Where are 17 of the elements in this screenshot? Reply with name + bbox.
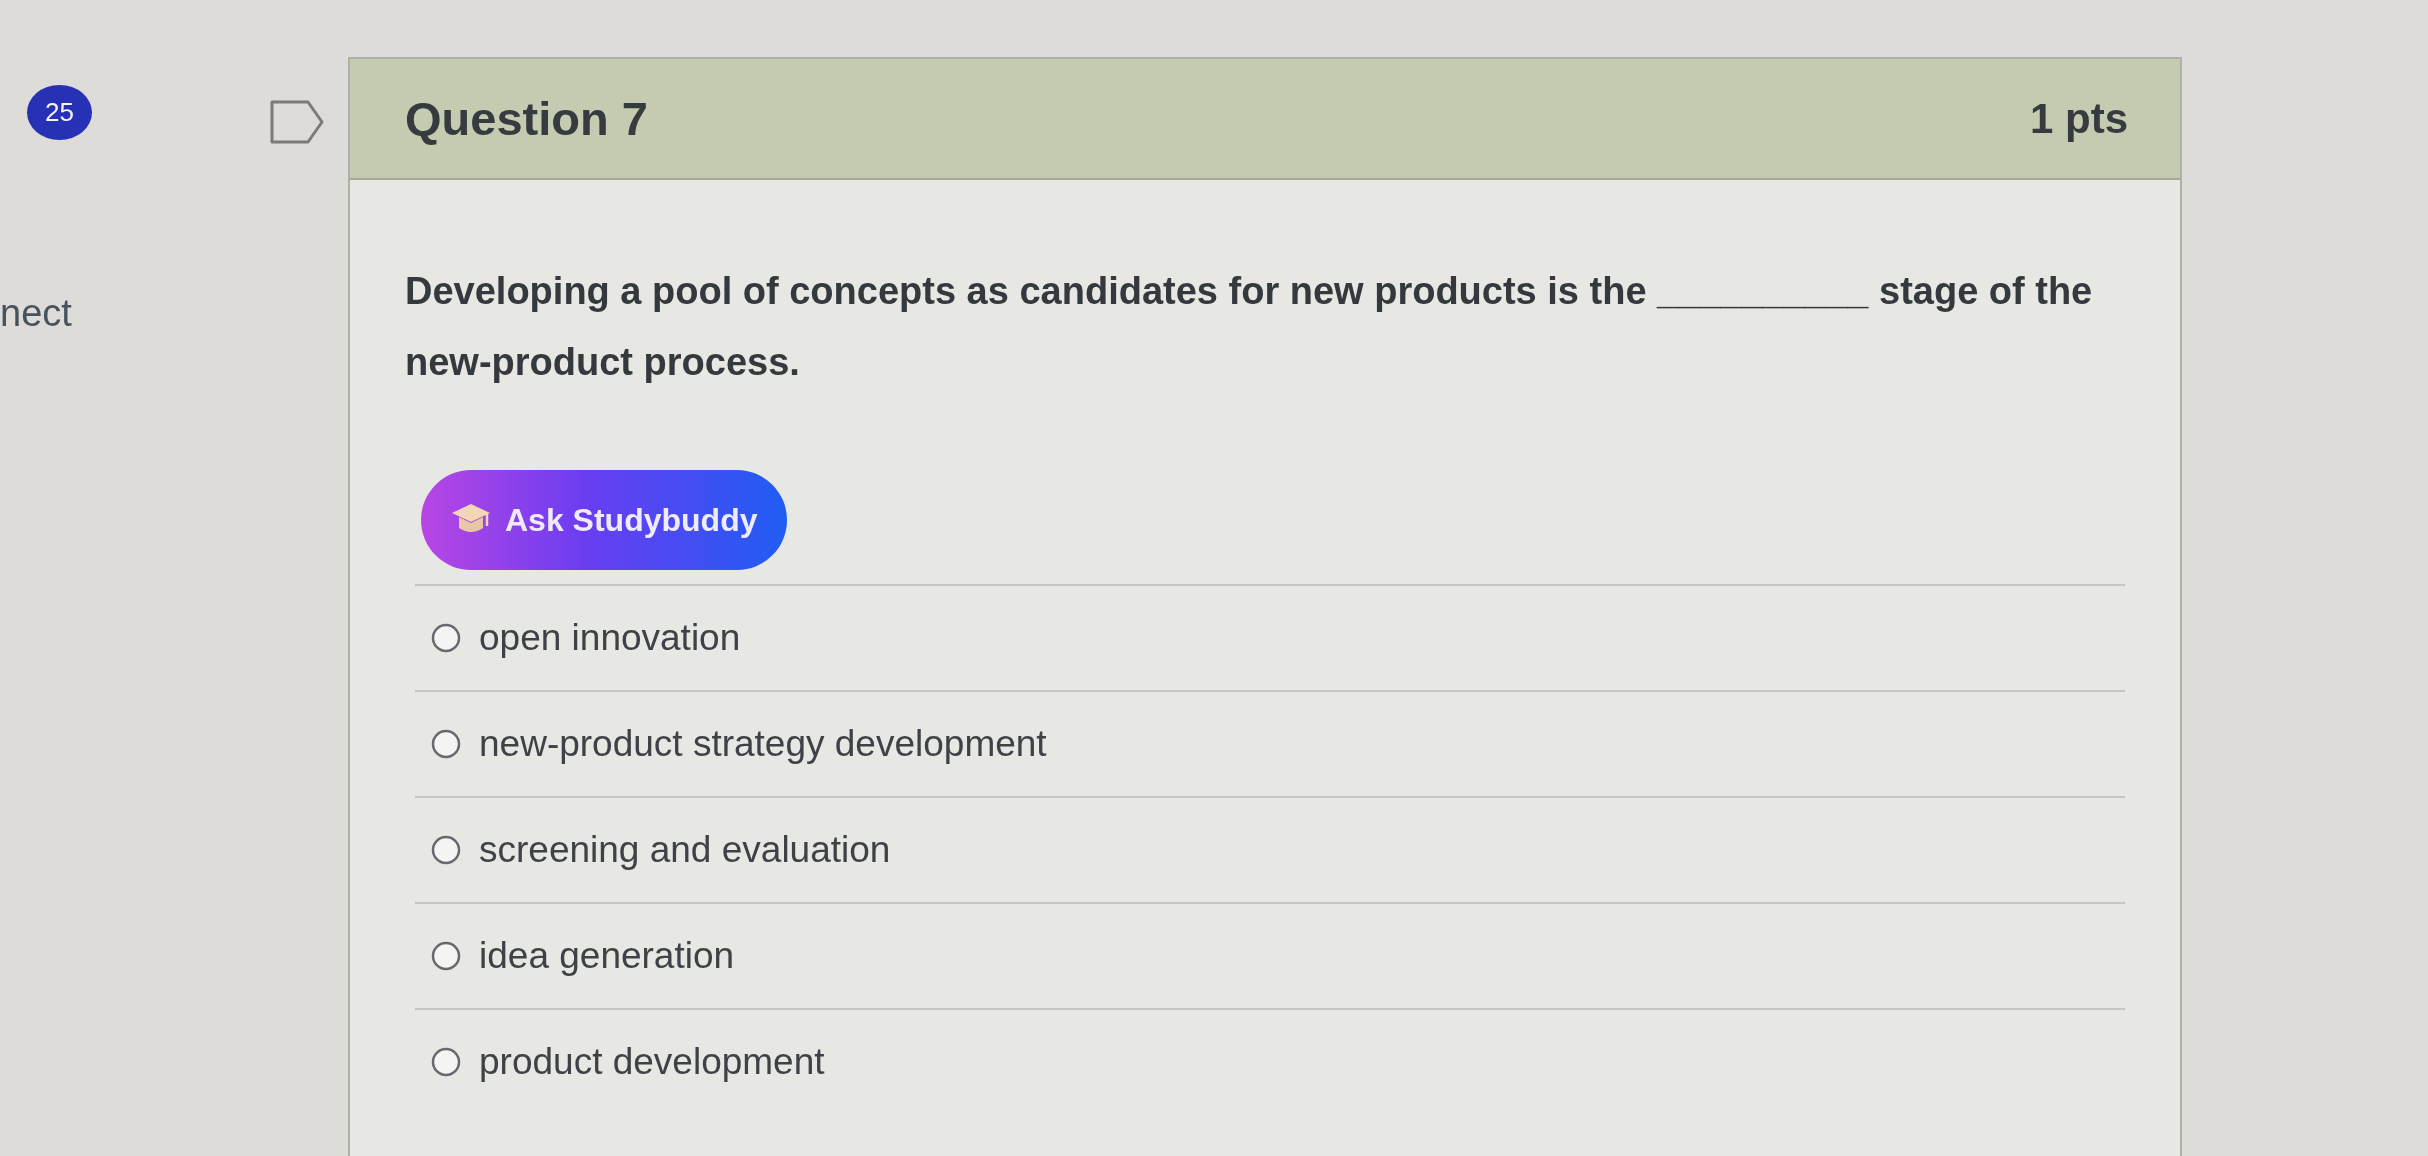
answer-label[interactable]: new-product strategy development: [479, 723, 1047, 765]
points-label: 1 pts: [2029, 94, 2128, 143]
flag-icon[interactable]: [270, 100, 324, 144]
question-text: Developing a pool of concepts as candidates for new products is the __________ stage of the new-product process.: [405, 269, 2094, 385]
sidebar-text: nect: [0, 294, 72, 332]
answer-label[interactable]: screening and evaluation: [479, 829, 891, 871]
question-title: Question 7: [405, 91, 648, 146]
radio-button[interactable]: [431, 1047, 461, 1077]
radio-button[interactable]: [431, 729, 461, 759]
radio-button[interactable]: [431, 623, 461, 653]
answer-label[interactable]: idea generation: [479, 935, 735, 977]
answer-label[interactable]: product development: [479, 1041, 825, 1083]
radio-button[interactable]: [431, 941, 461, 971]
ask-studybuddy-button[interactable]: Ask Studybuddy: [421, 470, 788, 570]
answer-label[interactable]: open innovation: [479, 617, 741, 659]
radio-button[interactable]: [431, 835, 461, 865]
count-badge: 25: [27, 85, 92, 140]
